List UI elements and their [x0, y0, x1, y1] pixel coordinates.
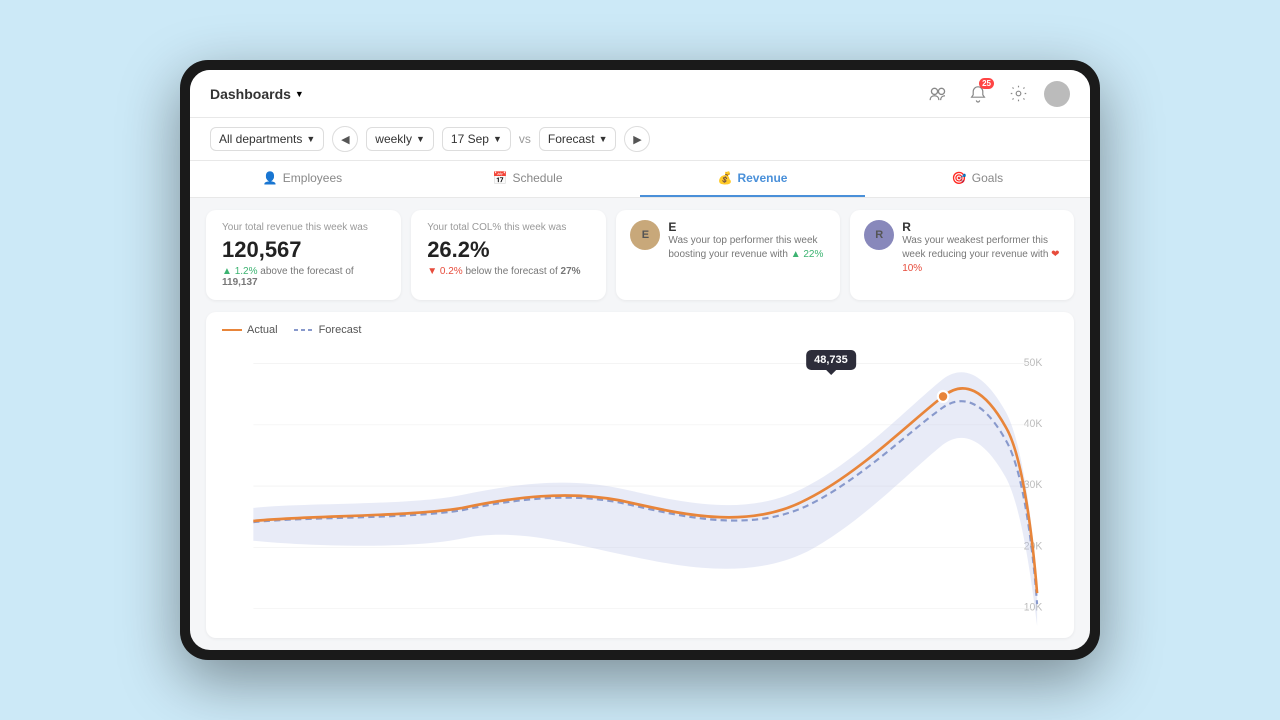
date-chevron-icon: ▼ [493, 134, 502, 144]
header: Dashboards ▼ 25 [190, 70, 1090, 118]
department-select[interactable]: All departments ▼ [210, 127, 324, 151]
next-week-button[interactable]: ▶ [624, 126, 650, 152]
revenue-metric-card: Your total revenue this week was 120,567… [206, 210, 401, 300]
col-forecast-label: below the forecast of [465, 266, 560, 277]
compare-select[interactable]: Forecast ▼ [539, 127, 617, 151]
legend-actual-label: Actual [247, 324, 278, 336]
legend-forecast-label: Forecast [319, 324, 362, 336]
tab-revenue[interactable]: 💰 Revenue [640, 161, 865, 197]
chart-tooltip: 48,735 [806, 350, 856, 370]
notification-badge: 25 [979, 78, 994, 89]
revenue-chart: 50K 40K 30K 20K 10K 0 [222, 344, 1058, 638]
revenue-metric-sub: ▲ 1.2% above the forecast of 119,137 [222, 266, 385, 288]
notification-button[interactable]: 25 [964, 80, 992, 108]
legend-forecast: Forecast [294, 324, 362, 336]
team-icon-button[interactable] [924, 80, 952, 108]
tab-schedule[interactable]: 📅 Schedule [415, 161, 640, 197]
tab-bar: 👤 Employees 📅 Schedule 💰 Revenue 🎯 Goals [190, 161, 1090, 198]
actual-line-sample [222, 329, 242, 331]
chart-area: Actual Forecast 48,735 [206, 312, 1074, 638]
col-down-icon: ▼ [427, 266, 440, 277]
tab-schedule-label: Schedule [512, 171, 562, 185]
col-metric-label: Your total COL% this week was [427, 222, 590, 233]
dashboards-chevron-icon: ▼ [295, 89, 304, 99]
svg-text:50K: 50K [1024, 357, 1043, 369]
prev-week-button[interactable]: ◀ [332, 126, 358, 152]
col-change-pct: 0.2% [440, 266, 463, 277]
goals-icon: 🎯 [952, 171, 967, 185]
col-metric-card: Your total COL% this week was 26.2% ▼ 0.… [411, 210, 606, 300]
tooltip-arrow [826, 370, 836, 375]
revenue-change-pct: 1.2% [235, 266, 258, 277]
compare-chevron-icon: ▼ [599, 134, 608, 144]
svg-text:10K: 10K [1024, 601, 1043, 613]
header-right: 25 [924, 80, 1070, 108]
weak-performer-avatar: R [864, 220, 894, 250]
employees-icon: 👤 [263, 171, 278, 185]
page-title: Dashboards [210, 86, 291, 102]
period-chevron-icon: ▼ [416, 134, 425, 144]
revenue-forecast-value: 119,137 [222, 277, 258, 288]
tab-goals-label: Goals [972, 171, 1003, 185]
header-left: Dashboards ▼ [210, 86, 304, 102]
tab-employees[interactable]: 👤 Employees [190, 161, 415, 197]
top-performer-name: E [668, 220, 826, 234]
toolbar: All departments ▼ ◀ weekly ▼ 17 Sep ▼ vs… [190, 118, 1090, 161]
schedule-icon: 📅 [493, 171, 508, 185]
period-select[interactable]: weekly ▼ [366, 127, 434, 151]
top-performer-card: E E Was your top performer this week boo… [616, 210, 840, 300]
screen: Dashboards ▼ 25 [190, 70, 1090, 650]
tab-goals[interactable]: 🎯 Goals [865, 161, 1090, 197]
svg-text:30K: 30K [1024, 479, 1043, 491]
revenue-up-icon: ▲ [222, 266, 235, 277]
weak-performer-name: R [902, 220, 1060, 234]
chart-legend: Actual Forecast [222, 324, 1058, 336]
forecast-line-sample [294, 325, 314, 335]
tab-employees-label: Employees [283, 171, 342, 185]
vs-label: vs [519, 132, 531, 146]
tab-revenue-label: Revenue [737, 171, 787, 185]
col-metric-value: 26.2% [427, 237, 590, 263]
col-metric-sub: ▼ 0.2% below the forecast of 27% [427, 266, 590, 277]
svg-text:40K: 40K [1024, 418, 1043, 430]
settings-button[interactable] [1004, 80, 1032, 108]
revenue-metric-label: Your total revenue this week was [222, 222, 385, 233]
revenue-forecast-label: above the forecast of [260, 266, 353, 277]
user-avatar[interactable] [1044, 81, 1070, 107]
weak-performer-card: R R Was your weakest performer this week… [850, 210, 1074, 300]
top-performer-desc: Was your top performer this week boostin… [668, 234, 826, 262]
revenue-icon: 💰 [718, 171, 733, 185]
metrics-row: Your total revenue this week was 120,567… [190, 198, 1090, 312]
top-performer-change: ▲ 22% [791, 249, 824, 260]
date-select[interactable]: 17 Sep ▼ [442, 127, 511, 151]
legend-actual: Actual [222, 324, 278, 336]
weak-performer-desc: Was your weakest performer this week red… [902, 234, 1060, 276]
col-forecast-value: 27% [561, 266, 581, 277]
top-performer-info: E Was your top performer this week boost… [668, 220, 826, 262]
revenue-metric-value: 120,567 [222, 237, 385, 263]
device-frame: Dashboards ▼ 25 [180, 60, 1100, 660]
top-performer-avatar: E [630, 220, 660, 250]
department-chevron-icon: ▼ [306, 134, 315, 144]
weak-performer-info: R Was your weakest performer this week r… [902, 220, 1060, 276]
